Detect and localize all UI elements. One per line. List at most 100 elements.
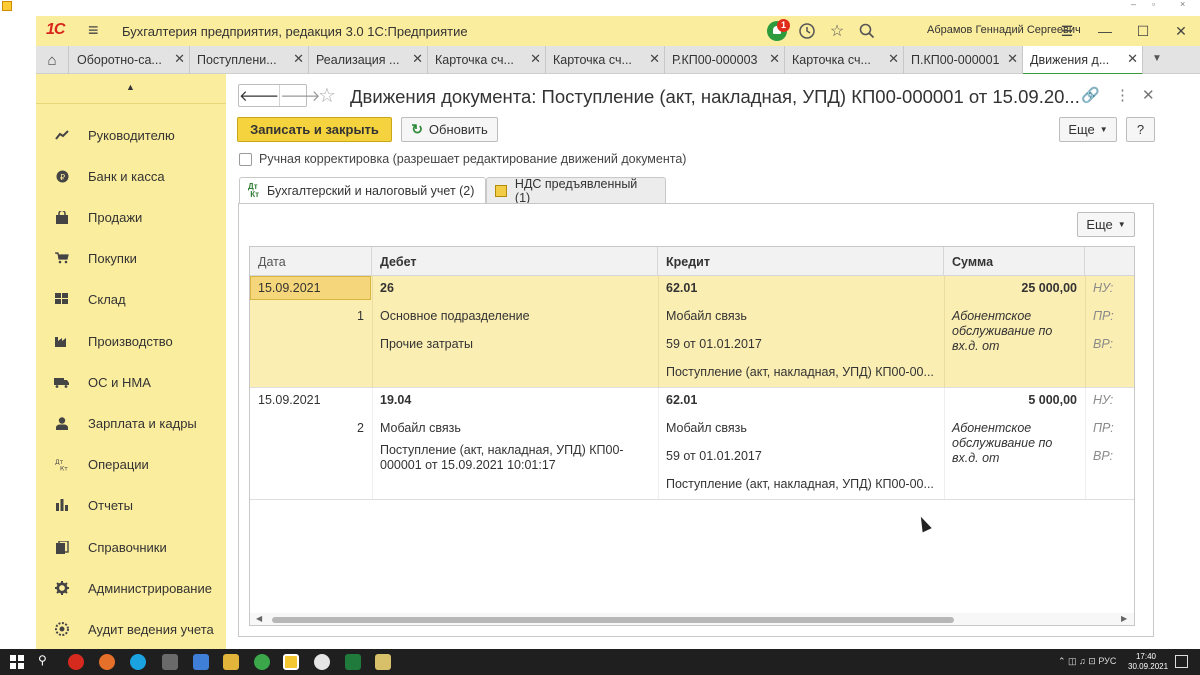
sidebar-item-bank[interactable]: ₽ Банк и касса (36, 159, 226, 193)
sidebar-item-administrirovanie[interactable]: Администрирование (36, 571, 226, 605)
app-icon[interactable] (375, 654, 391, 670)
windows-start-icon[interactable] (10, 655, 24, 669)
tab-postuplenie[interactable]: Поступлени... ✕ (190, 46, 309, 74)
tab-close-icon[interactable]: ✕ (888, 51, 899, 67)
scrollbar-thumb[interactable] (272, 617, 954, 623)
tabs-more-icon[interactable]: ▼ (1152, 53, 1162, 64)
tab-close-icon[interactable]: ✕ (412, 51, 423, 67)
notifications-bell-icon[interactable]: 1 (762, 19, 792, 43)
outer-minimize-icon[interactable]: – (1131, 0, 1136, 9)
credit-subconto-2: 59 от 01.01.2017 (666, 449, 762, 463)
manual-adjust-checkbox[interactable] (239, 152, 252, 166)
column-header-amount[interactable]: Сумма (944, 247, 1085, 276)
sidebar-item-proizvodstvo[interactable]: Производство (36, 324, 226, 358)
horizontal-scrollbar[interactable]: ◀ ▶ (250, 613, 1134, 625)
tab-dvizheniya-active[interactable]: Движения д... ✕ (1023, 46, 1143, 75)
sidebar-item-os-nma[interactable]: ОС и НМА (36, 365, 226, 399)
firefox-icon[interactable] (99, 654, 115, 670)
opera-icon[interactable] (68, 654, 84, 670)
app-icon[interactable] (193, 654, 209, 670)
tax-nu-label: НУ: (1093, 281, 1114, 295)
close-icon[interactable]: ✕ (1162, 19, 1200, 43)
favorite-star-icon[interactable]: ☆ (318, 83, 336, 108)
maximize-icon[interactable]: ☐ (1124, 19, 1162, 43)
help-button[interactable]: ? (1126, 117, 1155, 142)
tab-accounting[interactable]: Дт Кт Бухгалтерский и налоговый учет (2) (239, 177, 486, 204)
sidebar-item-operacii[interactable]: Дт Кт Операции (36, 447, 226, 481)
dropdown-arrow-icon: ▼ (1117, 220, 1126, 229)
row-amount: 5 000,00 (1028, 393, 1077, 407)
tab-kartochka-2[interactable]: Карточка сч... ✕ (546, 46, 665, 74)
manual-adjust-label: Ручная корректировка (разрешает редактир… (259, 152, 687, 166)
sidebar-item-label: Администрирование (88, 580, 212, 596)
sidebar-item-zarplata[interactable]: Зарплата и кадры (36, 406, 226, 440)
tab-nds[interactable]: НДС предъявленный (1) (486, 177, 666, 205)
tab-oborotno[interactable]: Оборотно-са... ✕ (70, 46, 190, 74)
tab-close-icon[interactable]: ✕ (530, 51, 541, 67)
column-header-date[interactable]: Дата (250, 247, 372, 276)
outer-restore-icon[interactable]: ▫ (1152, 0, 1155, 9)
more-label: Еще (1068, 122, 1095, 137)
sidebar-item-rukovoditelyu[interactable]: Руководителю (36, 118, 226, 152)
debit-subconto-2: Прочие затраты (380, 337, 474, 351)
tab-close-icon[interactable]: ✕ (649, 51, 660, 67)
tab-realizaciya[interactable]: Реализация ... ✕ (309, 46, 428, 74)
forward-arrow-icon[interactable]: 🡒 (279, 85, 320, 106)
tab-close-icon[interactable]: ✕ (1007, 51, 1018, 67)
row-content: Абонентское обслуживание по вх.д. от (952, 421, 1053, 465)
history-icon[interactable] (792, 19, 822, 43)
language-indicator[interactable]: РУС (1098, 656, 1116, 666)
scroll-up-icon[interactable]: ▲ (126, 82, 135, 92)
minimize-icon[interactable]: — (1086, 19, 1124, 43)
scroll-right-icon[interactable]: ▶ (1121, 614, 1127, 623)
save-and-close-button[interactable]: Записать и закрыть (237, 117, 392, 142)
tab-postuplenie-doc[interactable]: П.КП00-000001 ✕ (904, 46, 1023, 74)
table-row[interactable]: 15.09.2021 2 19.04 Мобайл связь Поступле… (250, 388, 1134, 500)
column-header-debit[interactable]: Дебет (372, 247, 658, 276)
tab-kartochka-3[interactable]: Карточка сч... ✕ (785, 46, 904, 74)
more-vertical-icon[interactable]: ⋮ (1115, 86, 1130, 104)
app-icon[interactable] (314, 654, 330, 670)
outer-close-icon[interactable]: × (1180, 0, 1185, 9)
outer-window-strip: – ▫ × (0, 0, 1200, 12)
panel-more-button[interactable]: Еще ▼ (1077, 212, 1135, 237)
skype-icon[interactable] (130, 654, 146, 670)
sidebar-item-sklad[interactable]: Склад (36, 282, 226, 316)
manual-adjust-checkbox-row[interactable]: Ручная корректировка (разрешает редактир… (239, 152, 686, 166)
refresh-icon: ↻ (411, 121, 423, 137)
excel-icon[interactable] (345, 654, 361, 670)
home-icon[interactable]: ⌂ (36, 46, 69, 74)
file-explorer-icon[interactable] (223, 654, 239, 670)
sidebar-item-otchety[interactable]: Отчеты (36, 488, 226, 522)
tab-realizaciya-doc[interactable]: Р.КП00-000003 ✕ (665, 46, 785, 74)
sidebar-item-pokupki[interactable]: Покупки (36, 241, 226, 275)
tab-label: Карточка сч... (553, 53, 632, 67)
favorites-star-icon[interactable]: ☆ (822, 19, 852, 43)
sidebar-item-label: Банк и касса (88, 168, 165, 184)
tab-close-icon[interactable]: ✕ (174, 51, 185, 67)
sidebar-item-audit[interactable]: Аудит ведения учета (36, 612, 226, 646)
search-icon[interactable]: ⚲ (38, 653, 54, 669)
app-icon[interactable] (162, 654, 178, 670)
column-header-credit[interactable]: Кредит (658, 247, 944, 276)
close-form-icon[interactable]: ✕ (1142, 86, 1155, 104)
scroll-left-icon[interactable]: ◀ (256, 614, 262, 623)
tab-close-icon[interactable]: ✕ (1127, 51, 1138, 67)
more-button[interactable]: Еще ▼ (1059, 117, 1117, 142)
refresh-button[interactable]: ↻ Обновить (401, 117, 498, 142)
hamburger-menu-icon[interactable]: ≡ (88, 20, 99, 41)
settings-lines-icon[interactable]: ☰ (1048, 19, 1086, 43)
chrome-icon[interactable] (254, 654, 270, 670)
search-icon[interactable] (852, 19, 882, 43)
sidebar-item-prodazhi[interactable]: Продажи (36, 200, 226, 234)
tab-close-icon[interactable]: ✕ (293, 51, 304, 67)
sidebar-item-spravochniki[interactable]: Справочники (36, 530, 226, 564)
1c-taskbar-icon[interactable] (283, 654, 299, 670)
tab-kartochka-1[interactable]: Карточка сч... ✕ (428, 46, 546, 74)
clock[interactable]: 17:40 30.09.2021 (1128, 652, 1168, 672)
back-arrow-icon[interactable]: 🡐 (239, 85, 279, 106)
action-center-icon[interactable] (1175, 655, 1188, 668)
table-row[interactable]: 15.09.2021 1 26 Основное подразделение П… (250, 276, 1134, 388)
tab-close-icon[interactable]: ✕ (769, 51, 780, 67)
link-icon[interactable]: 🔗 (1081, 86, 1100, 104)
